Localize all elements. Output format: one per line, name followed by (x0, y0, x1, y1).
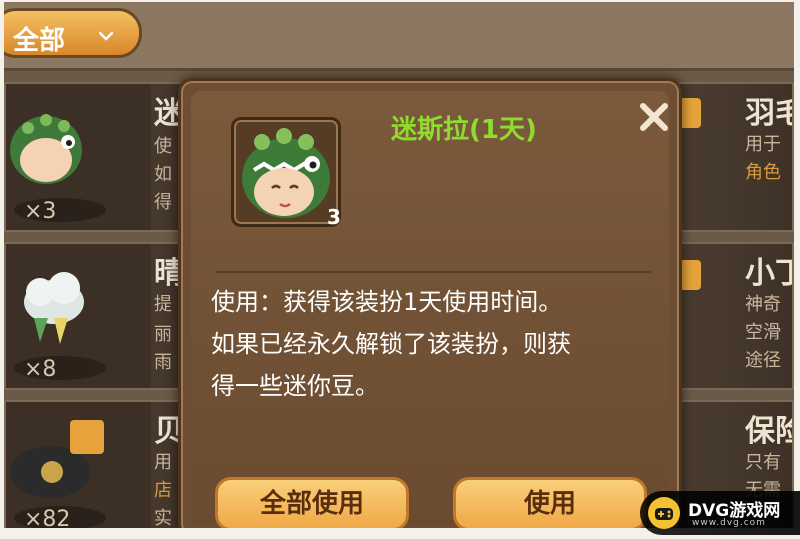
chevron-down-icon (99, 31, 113, 41)
filter-dropdown[interactable]: 全部 (4, 8, 142, 58)
item-icon-slot (231, 117, 341, 227)
item-desc-line: 店 (154, 480, 172, 501)
dino-costume-icon (242, 128, 330, 218)
item-title: 小丁 (745, 256, 792, 291)
item-title: 羽毛 (745, 96, 792, 131)
item-desc-line: 雨 (154, 352, 172, 373)
item-desc-line: 只有 (745, 452, 781, 473)
item-desc-line: 提 (154, 294, 172, 315)
item-description: 使用：获得该装扮1天使用时间。 如果已经永久解锁了该装扮，则获 得一些迷你豆。 (211, 281, 661, 407)
divider (215, 271, 651, 273)
gamepad-logo-icon (648, 497, 680, 529)
description-line: 得一些迷你豆。 (211, 372, 379, 400)
item-desc-line: 得 (154, 192, 172, 213)
description-line: 使用：获得该装扮1天使用时间。 (211, 288, 563, 316)
dino-costume-icon (10, 114, 82, 184)
item-detail-dialog: 迷斯拉(1天) 3 使用：获得该装扮1天使用时间。 如果已经永久解锁了该装扮，则… (178, 78, 682, 528)
item-title: 保险 (745, 414, 792, 449)
watermark: DVG游戏网 www.dvg.com (640, 491, 800, 535)
use-button[interactable]: 使用 (453, 477, 647, 528)
item-thumbnail: ×82 (6, 402, 151, 528)
filter-label: 全部 (13, 26, 66, 56)
top-bar: 全部 (4, 2, 794, 71)
item-desc-line: 如 (154, 164, 172, 185)
item-count: ×3 (24, 199, 57, 224)
watermark-url: www.dvg.com (692, 518, 766, 528)
item-desc-line: 神奇 (745, 294, 781, 315)
puzzle-piece-icon (70, 420, 104, 454)
item-desc-line: 用于 (745, 134, 781, 155)
item-count: ×8 (24, 357, 57, 382)
item-desc-line: 空滑 (745, 322, 781, 343)
game-screen: 全部 ×3 迷 使 如 得 ×8 晴 提 丽 雨 ×82 贝 用 店 实 羽 用… (4, 2, 794, 528)
close-icon[interactable] (636, 99, 672, 135)
screenshot-frame: 全部 ×3 迷 使 如 得 ×8 晴 提 丽 雨 ×82 贝 用 店 实 羽 用… (0, 0, 800, 539)
description-line: 如果已经永久解锁了该装扮，则获 (211, 330, 571, 358)
item-thumbnail: ×8 (6, 244, 151, 388)
use-all-button[interactable]: 全部使用 (215, 477, 409, 528)
item-desc-line: 丽 (154, 324, 172, 345)
cloud-hat-icon (24, 272, 84, 344)
dialog-title: 迷斯拉(1天) (391, 115, 537, 145)
item-desc-line: 途径 (745, 350, 781, 371)
item-desc-line: 用 (154, 452, 172, 473)
item-desc-line: 使 (154, 136, 172, 157)
item-thumbnail: ×3 (6, 84, 151, 230)
item-desc-line: 角色 (745, 162, 781, 183)
item-count: ×82 (24, 507, 71, 528)
item-quantity: 3 (327, 205, 341, 229)
item-desc-line: 实 (154, 508, 172, 528)
